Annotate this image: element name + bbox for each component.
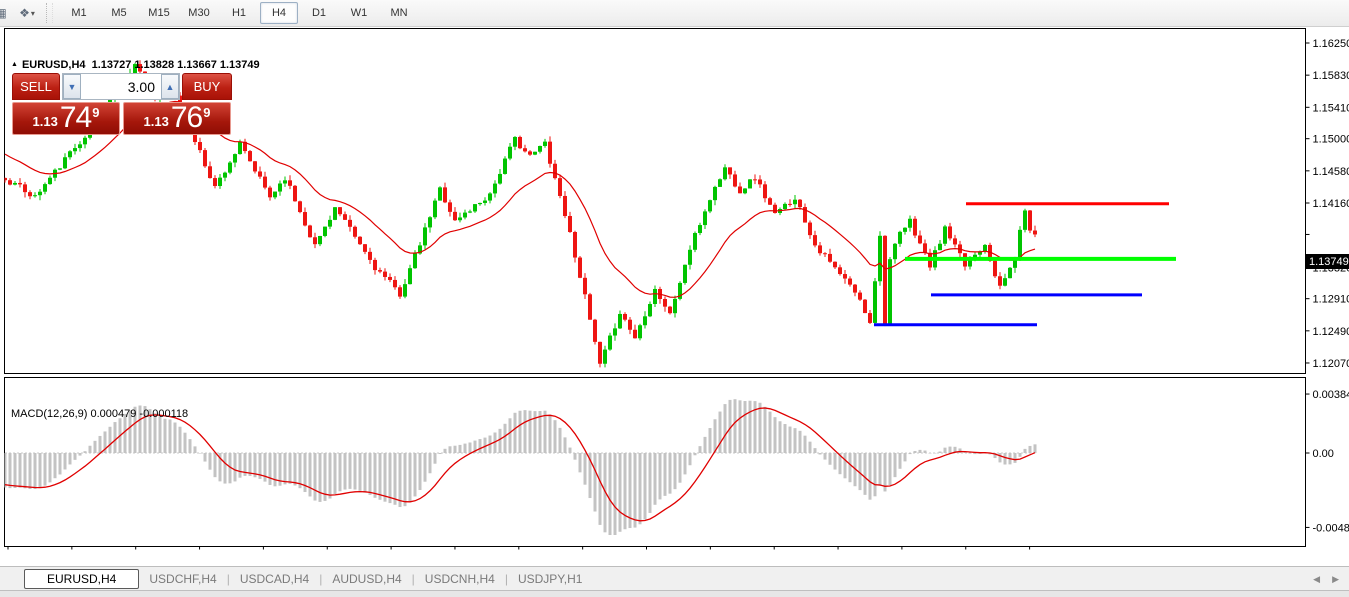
buy-price-tile[interactable]: 1.13 76 9: [123, 102, 231, 135]
tab-audusd-h4[interactable]: AUDUSD,H4: [322, 569, 411, 589]
price-tick-label: 1.15410: [1313, 102, 1349, 114]
timeframe-button-mn[interactable]: MN: [380, 2, 418, 24]
ohlc-close: 1.13749: [220, 59, 260, 71]
tile-windows-icon[interactable]: ❖ ▾: [17, 4, 37, 22]
new-chart-window-icon[interactable]: ▦: [0, 4, 11, 22]
top-toolbar: ▦ ❖ ▾ M1M5M15M30H1H4D1W1MN: [0, 0, 1349, 27]
status-bar: [0, 590, 1349, 597]
scroll-tabs-right-icon[interactable]: ▶: [1332, 574, 1339, 585]
price-tick-label: 1.15000: [1313, 134, 1349, 146]
timeframe-button-group: M1M5M15M30H1H4D1W1MN: [59, 2, 419, 24]
chevron-down-icon: ▾: [31, 9, 35, 18]
volume-input[interactable]: [81, 74, 161, 99]
timeframe-button-m1[interactable]: M1: [60, 2, 98, 24]
tab-usdcad-h4[interactable]: USDCAD,H4: [230, 569, 319, 589]
buy-price-sup: 9: [203, 108, 210, 118]
toolbar-separator: [46, 3, 53, 23]
sell-button[interactable]: SELL: [12, 73, 60, 100]
tab-usdchf-h4[interactable]: USDCHF,H4: [139, 569, 226, 589]
macd-tick-label: 0.003847: [1313, 389, 1349, 401]
price-tick-label: 1.14160: [1313, 198, 1349, 210]
chart-symbol: EURUSD,H4: [22, 59, 86, 71]
macd-signal-line: [5, 408, 1035, 521]
ohlc-low: 1.13667: [177, 59, 217, 71]
price-tick-label: 1.15830: [1313, 70, 1349, 82]
timeframe-button-m30[interactable]: M30: [180, 2, 218, 24]
tile-windows-glyph: ❖: [19, 6, 30, 20]
timeframe-button-h1[interactable]: H1: [220, 2, 258, 24]
timeframe-button-d1[interactable]: D1: [300, 2, 338, 24]
timeframe-button-m15[interactable]: M15: [140, 2, 178, 24]
one-click-trading-widget: SELL ▼ ▲ BUY 1.13 74 9 1.13 76 9: [12, 73, 232, 136]
chart-area[interactable]: 1.16250 1.15830 1.15410 1.15000 1.14580 1.141…: [0, 27, 1349, 566]
timeframe-button-w1[interactable]: W1: [340, 2, 378, 24]
chart-tabs-bar: EURUSD,H4USDCHF,H4|USDCAD,H4|AUDUSD,H4|U…: [0, 566, 1349, 591]
ohlc-high: 1.13828: [134, 59, 174, 71]
price-tick-label: 1.16250: [1313, 38, 1349, 50]
sell-price-tile[interactable]: 1.13 74 9: [12, 102, 120, 135]
macd-tick-label: 0.00: [1313, 448, 1334, 460]
chart-title-ohlc: ▲ EURUSD,H4 1.137271.138281.136671.13749: [11, 59, 263, 71]
tab-usdjpy-h1[interactable]: USDJPY,H1: [508, 569, 592, 589]
trading-terminal-window: ▦ ❖ ▾ M1M5M15M30H1H4D1W1MN 1.16250 1.1583…: [0, 0, 1349, 597]
tab-usdcnh-h4[interactable]: USDCNH,H4: [415, 569, 505, 589]
sell-price-big: 74: [60, 104, 91, 132]
price-tick-label: 1.12070: [1313, 358, 1349, 370]
ohlc-open: 1.13727: [92, 59, 132, 71]
buy-price-big: 76: [171, 104, 202, 132]
price-tick-label: 1.12910: [1313, 294, 1349, 306]
chart-tabs: EURUSD,H4USDCHF,H4|USDCAD,H4|AUDUSD,H4|U…: [0, 569, 592, 589]
macd-indicator-label: MACD(12,26,9) 0.000479 -0.000118: [11, 408, 188, 420]
timeframe-button-h4[interactable]: H4: [260, 2, 298, 24]
volume-stepper: ▼ ▲: [62, 73, 180, 100]
timeframe-button-m5[interactable]: M5: [100, 2, 138, 24]
collapse-chart-icon[interactable]: ▲: [11, 61, 18, 68]
sell-price-sup: 9: [92, 108, 99, 118]
price-tick-label: 1.12490: [1313, 326, 1349, 338]
scroll-tabs-left-icon[interactable]: ◀: [1313, 574, 1320, 585]
price-tick-label: 1.14580: [1313, 166, 1349, 178]
current-price-badge: 1.13749: [1306, 254, 1349, 269]
volume-increase-button[interactable]: ▲: [161, 74, 179, 99]
tab-scroll-arrows: ◀ ▶: [1313, 574, 1339, 585]
macd-tick-label: -0.004856: [1313, 522, 1349, 534]
buy-price-prefix: 1.13: [144, 112, 169, 132]
tab-eurusd-h4[interactable]: EURUSD,H4: [24, 569, 139, 589]
macd-pane-border: [5, 378, 1306, 547]
sell-price-prefix: 1.13: [33, 112, 58, 132]
buy-button[interactable]: BUY: [182, 73, 232, 100]
volume-decrease-button[interactable]: ▼: [63, 74, 81, 99]
